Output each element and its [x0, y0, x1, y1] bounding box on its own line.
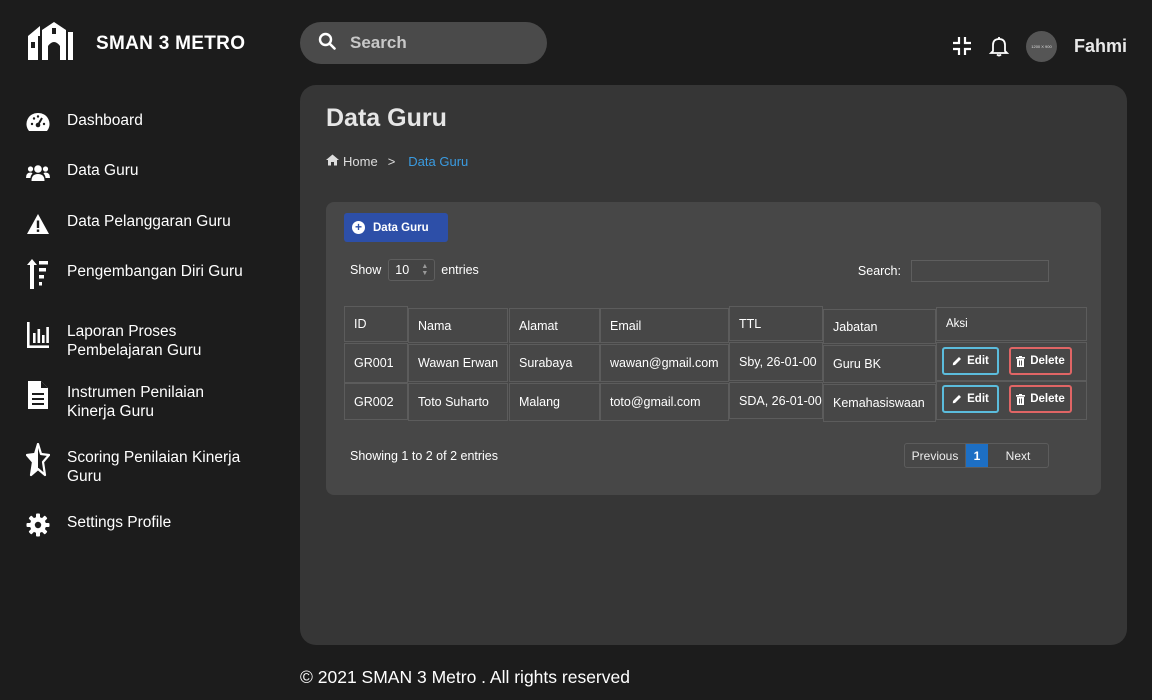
sidebar-item-data-pelanggaran-guru[interactable]: Data Pelanggaran Guru: [26, 212, 247, 236]
table-cell-nama: Wawan Erwan: [408, 344, 508, 382]
table-cell-email: wawan@gmail.com: [600, 344, 729, 382]
delete-button-label: Delete: [1030, 355, 1065, 367]
show-label: Show: [350, 263, 382, 277]
breadcrumb-separator: >: [387, 154, 396, 169]
brand[interactable]: SMAN 3 METRO: [26, 22, 245, 65]
table-cell-alamat: Surabaya: [509, 344, 600, 382]
footer-copyright: © 2021 SMAN 3 Metro . All rights reserve…: [300, 667, 630, 687]
page-title: Data Guru: [326, 104, 447, 132]
pagination-next[interactable]: Next: [988, 444, 1048, 467]
table-info: Showing 1 to 2 of 2 entries: [350, 449, 499, 463]
pagination-previous[interactable]: Previous: [905, 444, 966, 467]
table-cell-jabatan: Kemahasiswaan: [823, 384, 936, 422]
breadcrumb: Home > Data Guru: [326, 154, 468, 169]
edit-button-label: Edit: [967, 393, 989, 405]
edit-button[interactable]: Edit: [942, 385, 999, 413]
column-header-alamat[interactable]: Alamat: [509, 308, 600, 343]
username[interactable]: Fahmi: [1074, 36, 1127, 57]
gear-icon: [26, 513, 50, 537]
trash-icon: [1016, 355, 1026, 367]
sidebar-item-dashboard[interactable]: Dashboard: [26, 111, 247, 135]
pencil-icon: [952, 395, 962, 404]
sidebar-item-scoring-penilaian-kinerja-guru[interactable]: Scoring Penilaian Kinerja Guru: [26, 443, 247, 486]
delete-button[interactable]: Delete: [1009, 385, 1072, 413]
column-header-email[interactable]: Email: [600, 308, 729, 343]
sidebar-item-label: Dashboard: [67, 112, 143, 129]
table-cell-ttl: Sby, 26-01-00: [729, 342, 823, 381]
entries-select-value: 10: [395, 263, 410, 277]
document-icon: [26, 381, 50, 409]
home-icon: [326, 154, 339, 169]
select-arrows-icon: ▲ ▼: [421, 263, 429, 277]
table-cell-ttl: SDA, 26-01-00: [729, 382, 823, 419]
sort-amount-up-icon: [26, 259, 50, 289]
data-panel: + Data Guru Show 10 ▲ ▼ entries Search: I…: [326, 202, 1101, 495]
breadcrumb-current[interactable]: Data Guru: [408, 154, 468, 169]
plus-circle-icon: +: [352, 221, 365, 234]
sidebar-item-label: Laporan Proses Pembelajaran Guru: [67, 323, 202, 359]
school-logo-icon: [26, 22, 74, 65]
sidebar-item-label: Data Pelanggaran Guru: [67, 213, 231, 230]
delete-button[interactable]: Delete: [1009, 347, 1072, 375]
delete-button-label: Delete: [1030, 393, 1065, 405]
table-search: Search:: [858, 260, 1049, 282]
search-bar[interactable]: Search: [300, 22, 547, 64]
sidebar-item-laporan-proses-pembelajaran-guru[interactable]: Laporan Proses Pembelajaran Guru: [26, 322, 247, 360]
dashboard-gauge-icon: [26, 111, 50, 135]
table-cell-alamat: Malang: [509, 383, 600, 421]
bar-chart-icon: [26, 322, 50, 348]
table-cell-email: toto@gmail.com: [600, 383, 729, 421]
column-header-jabatan[interactable]: Jabatan: [823, 309, 936, 344]
sidebar-item-label: Pengembangan Diri Guru: [67, 263, 243, 280]
brand-name: SMAN 3 METRO: [96, 32, 246, 54]
sidebar-item-pengembangan-diri-guru[interactable]: Pengembangan Diri Guru: [26, 259, 247, 289]
sidebar-item-label: Instrumen Penilaian Kinerja Guru: [67, 384, 204, 420]
add-button-label: Data Guru: [373, 221, 429, 234]
search-icon: [318, 32, 336, 55]
pencil-icon: [952, 357, 962, 366]
avatar[interactable]: 1200 X 900: [1025, 30, 1057, 62]
sidebar-item-data-guru[interactable]: Data Guru: [26, 161, 247, 185]
table-cell-nama: Toto Suharto: [408, 383, 508, 421]
sidebar-item-settings-profile[interactable]: Settings Profile: [26, 513, 247, 537]
compress-icon[interactable]: [950, 34, 974, 58]
header-actions: 1200 X 900 Fahmi: [950, 26, 1127, 66]
pagination-page-1[interactable]: 1: [966, 444, 988, 467]
column-header-aksi: Aksi: [936, 307, 1087, 341]
add-data-guru-button[interactable]: + Data Guru: [344, 213, 448, 242]
users-icon: [26, 161, 50, 185]
column-header-id[interactable]: ID: [344, 306, 408, 342]
sidebar-item-instrumen-penilaian-kinerja-guru[interactable]: Instrumen Penilaian Kinerja Guru: [26, 381, 247, 421]
table-cell-id: GR002: [344, 383, 408, 420]
main-content: Data Guru Home > Data Guru + Data Guru S…: [300, 85, 1127, 645]
table-search-input[interactable]: [911, 260, 1049, 282]
column-header-ttl[interactable]: TTL: [729, 306, 823, 341]
entries-length: Show 10 ▲ ▼ entries: [350, 259, 479, 281]
bell-icon[interactable]: [987, 34, 1011, 58]
sidebar-item-label: Settings Profile: [67, 514, 172, 531]
pagination: Previous 1 Next: [904, 443, 1049, 468]
entries-select[interactable]: 10 ▲ ▼: [388, 259, 436, 281]
sidebar-item-label: Scoring Penilaian Kinerja Guru: [67, 449, 241, 485]
column-header-nama[interactable]: Nama: [408, 308, 508, 343]
table-cell-id: GR001: [344, 343, 408, 383]
table-search-label: Search:: [857, 264, 901, 278]
entries-label: entries: [441, 263, 479, 277]
search-placeholder: Search: [350, 33, 407, 52]
table-cell-jabatan: Guru BK: [823, 345, 936, 383]
trash-icon: [1016, 393, 1026, 405]
edit-button[interactable]: Edit: [942, 347, 999, 375]
edit-button-label: Edit: [967, 355, 989, 367]
sidebar-item-label: Data Guru: [67, 162, 139, 179]
star-half-icon: [26, 443, 50, 477]
warning-icon: [26, 212, 50, 236]
breadcrumb-home[interactable]: Home: [343, 154, 378, 169]
